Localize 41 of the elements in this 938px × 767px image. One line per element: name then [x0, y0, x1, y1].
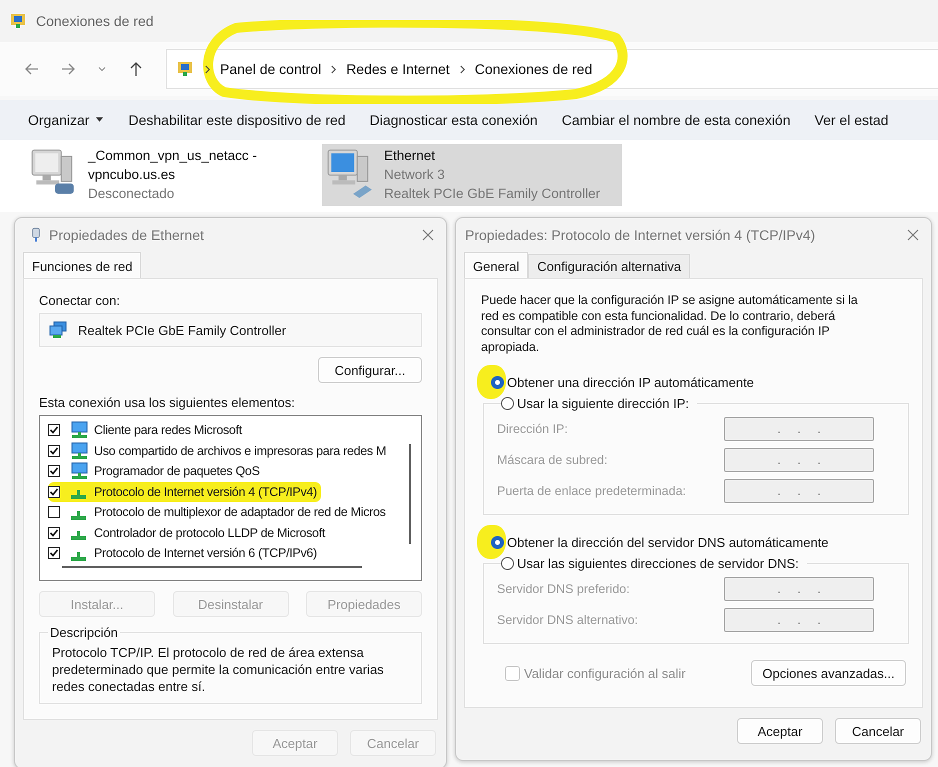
adapter-field: Realtek PCIe GbE Family Controller — [39, 313, 422, 347]
component-item[interactable]: Protocolo de Internet versión 4 (TCP/IPv4) — [48, 482, 321, 502]
connection-item[interactable]: Ethernet Network 3 Realtek PCIe GbE Family Controller — [322, 144, 622, 206]
connection-item[interactable]: _Common_vpn_us_netacc - vpncubo.us.es Desconectado — [26, 144, 312, 206]
toolbar-button[interactable]: Ver el estad — [804, 108, 898, 132]
field-label: Esta conexión usa los siguientes elementos: — [39, 395, 296, 410]
component-item[interactable]: Protocolo de multiplexor de adaptador de red de Micros — [48, 502, 390, 522]
tab[interactable]: Funciones de red — [23, 252, 142, 278]
dialog-title: Propiedades: Protocolo de Internet versión 4 (TCP/IPv4) — [465, 227, 816, 243]
component-item[interactable]: Cliente para redes Microsoft — [48, 420, 246, 440]
radio-option[interactable]: Obtener una dirección IP automáticamente — [491, 375, 908, 390]
tab[interactable]: General — [464, 252, 528, 278]
breadcrumb-item[interactable]: Panel de control — [220, 61, 322, 77]
window-title: Conexiones de red — [36, 13, 154, 29]
field-label: Servidor DNS preferido: — [497, 582, 630, 596]
field-label: Puerta de enlace predeterminada: — [497, 484, 686, 498]
description-text: Protocolo TCP/IP. El protocolo de red de área extensa predeterminado que permite la comunicación entre varias redes conectadas entre sí. — [52, 644, 385, 695]
field-label: Servidor DNS alternativo: — [497, 612, 638, 626]
dialog-title: Propiedades de Ethernet — [49, 227, 205, 243]
configure-button[interactable]: Configurar... — [318, 357, 422, 383]
toolbar-button[interactable]: Diagnosticar esta conexión — [360, 108, 548, 132]
breadcrumb-item[interactable]: Conexiones de red — [474, 61, 592, 77]
tab[interactable]: Configuración alternativa — [528, 254, 690, 278]
radio-option[interactable]: Obtener la dirección del servidor DNS automáticamente — [491, 535, 908, 550]
field-label: Dirección IP: — [497, 422, 568, 436]
dialog-button[interactable]: Cancelar — [835, 718, 921, 744]
info-text: Puede hacer que la configuración IP se asigne automáticamente si la red es compatible con esta funcionalidad. De lo contrario, deberá consultar con el administrador de red cuál es la configuración IP apropiada. — [481, 293, 859, 355]
breadcrumb-item[interactable]: Redes e Internet — [346, 61, 450, 77]
advanced-options-button[interactable]: Opciones avanzadas... — [751, 660, 906, 686]
field-label: Conectar con: — [39, 293, 121, 308]
dialog-button[interactable]: Aceptar — [737, 718, 823, 744]
group-label: Descripción — [49, 625, 119, 640]
component-item[interactable]: Protocolo de Internet versión 6 (TCP/IPv6) — [48, 543, 321, 564]
address-bar[interactable]: Panel de control Redes e Internet Conexiones de red — [166, 49, 938, 89]
toolbar-button[interactable]: Cambiar el nombre de esta conexión — [552, 108, 800, 132]
toolbar-button[interactable]: Organizar — [18, 108, 114, 132]
field-label: Máscara de subred: — [497, 452, 608, 466]
component-item[interactable]: Controlador de protocolo LLDP de Microsoft — [48, 522, 330, 543]
component-item[interactable]: Programador de paquetes QoS — [48, 461, 264, 482]
toolbar-button[interactable]: Deshabilitar este dispositivo de red — [118, 108, 356, 132]
component-item[interactable]: Uso compartido de archivos e impresoras para redes M — [48, 440, 390, 461]
